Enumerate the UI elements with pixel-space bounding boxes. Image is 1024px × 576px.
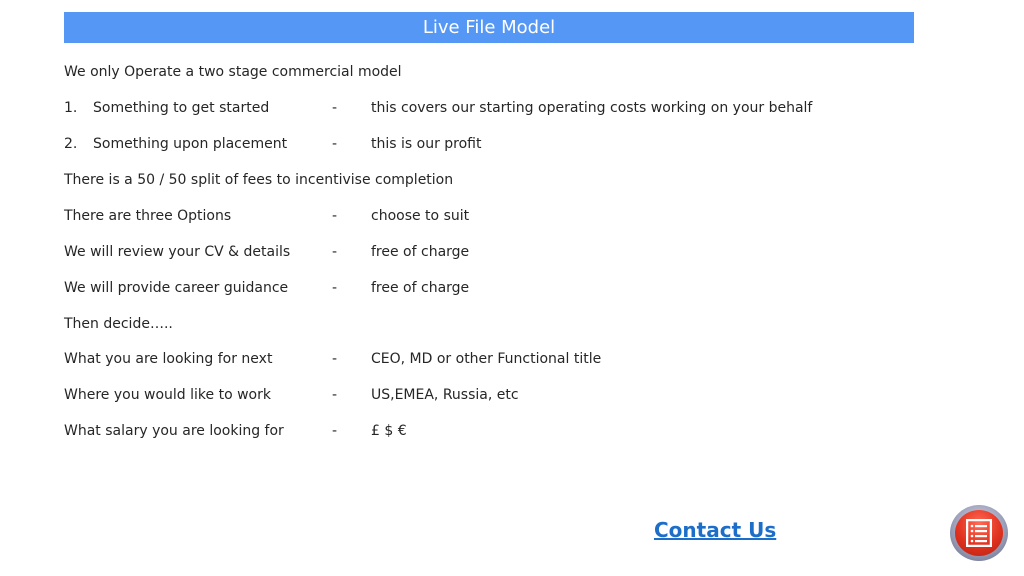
intro-text: We only Operate a two stage commercial m… <box>64 64 402 80</box>
dash-separator: - <box>332 136 338 152</box>
decision-value: CEO, MD or other Functional title <box>371 351 602 367</box>
decision-label: What salary you are looking for <box>64 423 284 439</box>
dash-separator: - <box>332 280 338 296</box>
dash-separator: - <box>332 208 338 224</box>
dash-separator: - <box>332 244 338 260</box>
menu-button-face <box>955 510 1003 556</box>
decision-label: Where you would like to work <box>64 387 271 403</box>
then-decide-text: Then decide….. <box>64 316 173 332</box>
stage-row: 2. Something upon placement - this is ou… <box>64 134 864 154</box>
stage-value: this covers our starting operating costs… <box>371 100 813 116</box>
option-value: free of charge <box>371 280 470 296</box>
option-label: We will provide career guidance <box>64 280 289 296</box>
option-row: We will provide career guidance - free o… <box>64 278 864 298</box>
page-title: Live File Model <box>422 17 556 38</box>
option-label: We will review your CV & details <box>64 244 291 260</box>
contact-us-link[interactable]: Contact Us <box>654 518 776 542</box>
option-value: choose to suit <box>371 208 470 224</box>
split-note: There is a 50 / 50 split of fees to ince… <box>64 172 454 188</box>
stage-number: 1. <box>64 100 78 116</box>
list-menu-icon <box>966 519 992 547</box>
dash-separator: - <box>332 387 338 403</box>
dash-separator: - <box>332 423 338 439</box>
stage-value: this is our profit <box>371 136 482 152</box>
decision-row: Where you would like to work - US,EMEA, … <box>64 385 864 405</box>
decision-value: £ $ € <box>371 423 407 439</box>
stage-label: Something to get started <box>93 100 270 116</box>
stage-label: Something upon placement <box>93 136 288 152</box>
decision-row: What you are looking for next - CEO, MD … <box>64 349 864 369</box>
dash-separator: - <box>332 351 338 367</box>
dash-separator: - <box>332 100 338 116</box>
title-bar: Live File Model <box>64 12 914 43</box>
slide: Live File Model We only Operate a two st… <box>0 0 1024 576</box>
menu-button[interactable] <box>950 505 1008 561</box>
decision-label: What you are looking for next <box>64 351 273 367</box>
decision-row: What salary you are looking for - £ $ € <box>64 421 864 441</box>
stage-number: 2. <box>64 136 78 152</box>
stage-row: 1. Something to get started - this cover… <box>64 98 864 118</box>
option-row: We will review your CV & details - free … <box>64 242 864 262</box>
decision-value: US,EMEA, Russia, etc <box>371 387 519 403</box>
option-value: free of charge <box>371 244 470 260</box>
option-label: There are three Options <box>64 208 232 224</box>
option-row: There are three Options - choose to suit <box>64 206 864 226</box>
